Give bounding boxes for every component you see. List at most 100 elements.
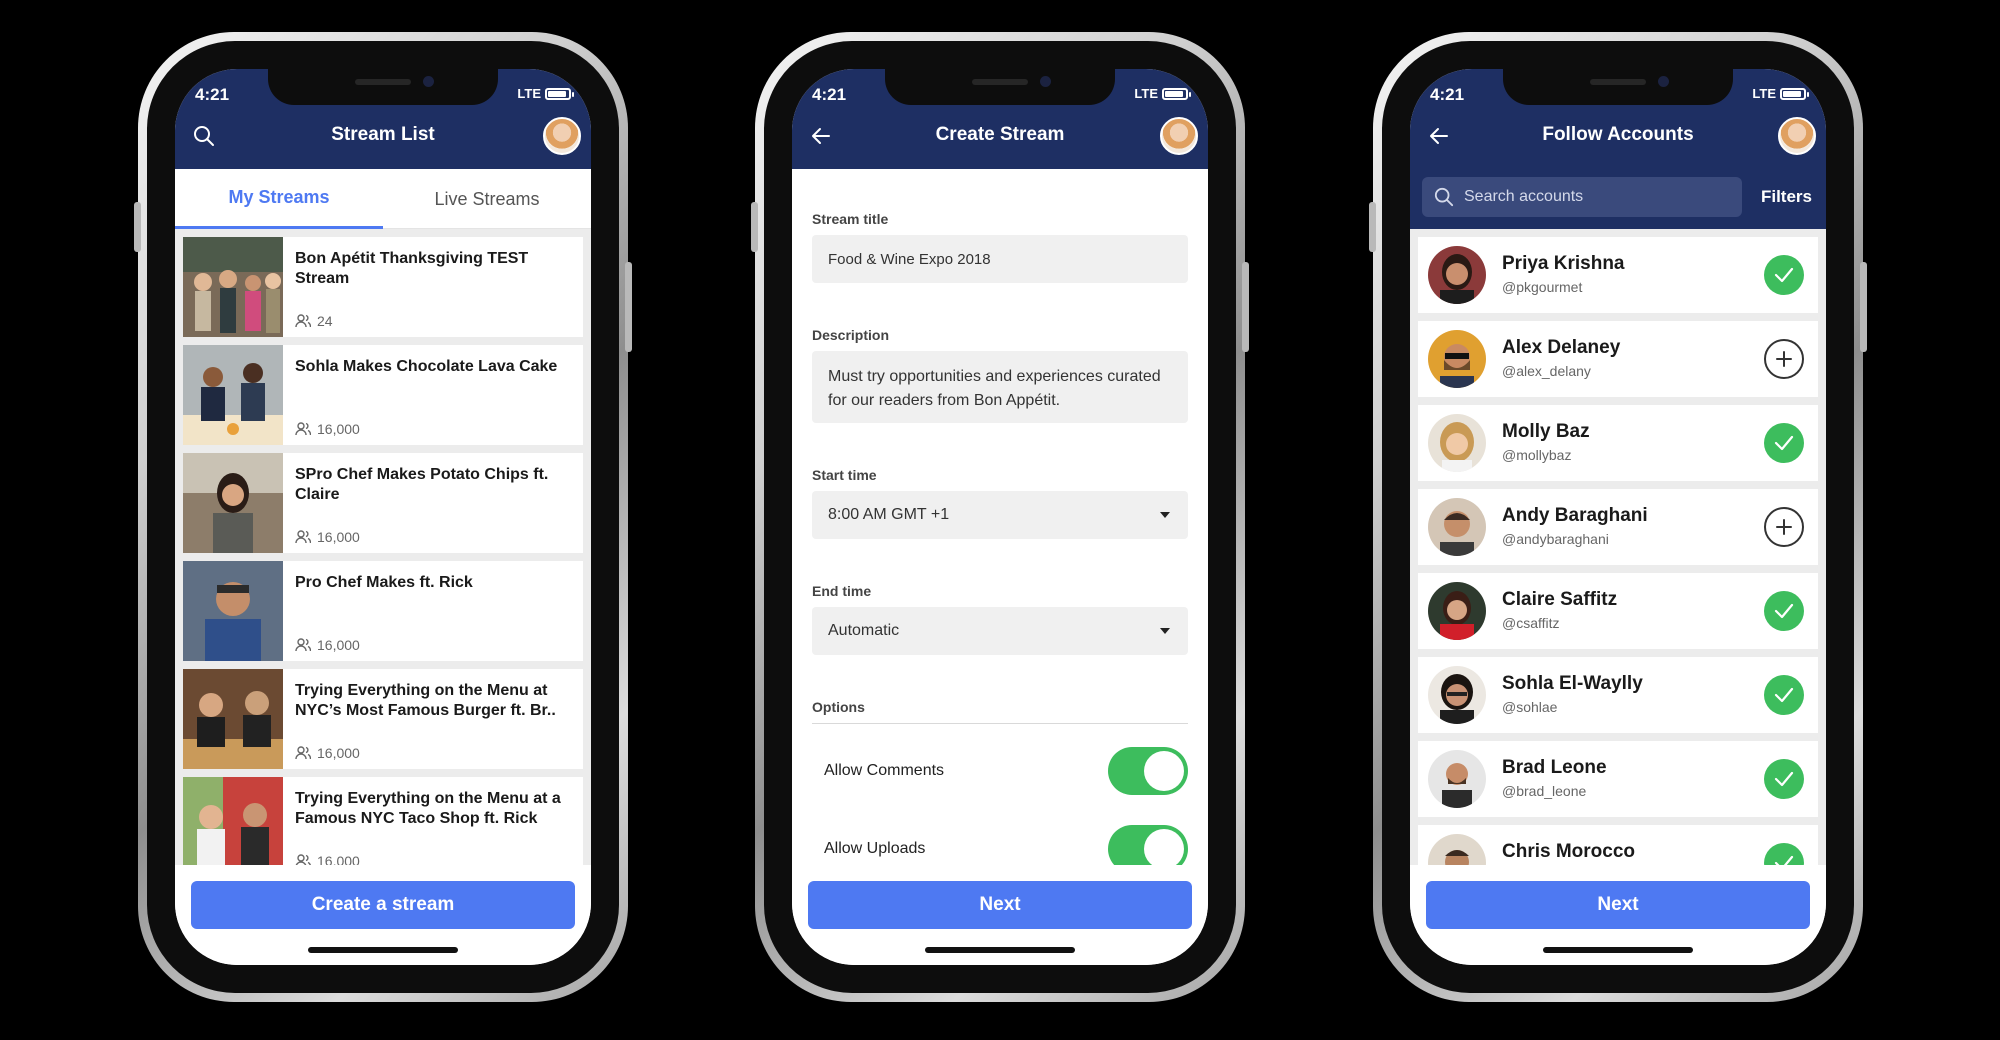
account-handle: @csaffitz — [1502, 615, 1560, 631]
end-time-label: End time — [812, 583, 872, 599]
viewers-icon — [295, 746, 311, 760]
viewer-count: 16,000 — [295, 745, 360, 761]
avatar — [1428, 414, 1486, 472]
follow-add-icon[interactable] — [1764, 507, 1804, 547]
footer: Create a stream — [175, 865, 591, 965]
allow-comments-toggle[interactable] — [1108, 747, 1188, 795]
following-check-icon[interactable] — [1764, 675, 1804, 715]
stream-info: Trying Everything on the Menu at a Famou… — [283, 777, 583, 877]
next-button[interactable]: Next — [808, 881, 1192, 929]
avatar — [1428, 246, 1486, 304]
footer: Next — [1410, 865, 1826, 965]
stream-card[interactable]: SPro Chef Makes Potato Chips ft. Claire … — [183, 453, 583, 553]
stream-card[interactable]: Trying Everything on the Menu at a Famou… — [183, 777, 583, 877]
stream-thumbnail — [183, 345, 283, 445]
search-placeholder: Search accounts — [1464, 188, 1584, 205]
create-stream-button[interactable]: Create a stream — [191, 881, 575, 929]
navbar: 4:21 LTE Follow Accounts — [1410, 69, 1826, 169]
following-check-icon[interactable] — [1764, 759, 1804, 799]
camera — [1040, 76, 1051, 87]
avatar — [1428, 750, 1486, 808]
account-row: Brad Leone @brad_leone — [1418, 741, 1818, 817]
account-row: Alex Delaney @alex_delany — [1418, 321, 1818, 397]
phone-bezel: 4:21 LTE Stream List My Streams Live Str… — [147, 41, 619, 993]
stream-card[interactable]: Sohla Makes Chocolate Lava Cake 16,000 — [183, 345, 583, 445]
avatar — [1428, 330, 1486, 388]
profile-avatar[interactable] — [1160, 117, 1198, 155]
tab-my-streams[interactable]: My Streams — [175, 169, 383, 229]
profile-avatar[interactable] — [1778, 117, 1816, 155]
stream-card[interactable]: Pro Chef Makes ft. Rick 16,000 — [183, 561, 583, 661]
profile-avatar[interactable] — [543, 117, 581, 155]
status-indicators: LTE — [1134, 86, 1191, 101]
stream-card[interactable]: Trying Everything on the Menu at NYC’s M… — [183, 669, 583, 769]
tab-live-streams[interactable]: Live Streams — [383, 169, 591, 229]
viewer-count-value: 16,000 — [317, 421, 360, 437]
status-indicators: LTE — [517, 86, 574, 101]
allow-comments-label: Allow Comments — [824, 762, 945, 779]
status-indicators: LTE — [1752, 86, 1809, 101]
stream-title-label: Stream title — [812, 211, 889, 227]
viewers-icon — [295, 530, 311, 544]
stream-card[interactable]: Bon Apétit Thanksgiving TEST Stream 24 — [183, 237, 583, 337]
description-label: Description — [812, 327, 890, 343]
filters-button[interactable]: Filters — [1761, 187, 1812, 207]
stream-title-input[interactable]: Food & Wine Expo 2018 — [812, 235, 1188, 283]
phone-follow-accounts: 4:21 LTE Follow Accounts Search accounts… — [1369, 32, 1867, 1002]
stream-title: Bon Apétit Thanksgiving TEST Stream — [295, 250, 529, 287]
next-button[interactable]: Next — [1426, 881, 1810, 929]
network-label: LTE — [517, 86, 541, 101]
account-name: Brad Leone — [1502, 757, 1607, 778]
avatar — [1428, 666, 1486, 724]
tab-bar: My Streams Live Streams — [175, 169, 591, 229]
stream-info: Trying Everything on the Menu at NYC’s M… — [283, 669, 583, 769]
screen: 4:21 LTE Follow Accounts Search accounts… — [1410, 69, 1826, 965]
stream-info: Sohla Makes Chocolate Lava Cake 16,000 — [283, 345, 583, 445]
side-button — [751, 202, 758, 252]
navbar: 4:21 LTE Stream List — [175, 69, 591, 169]
viewer-count: 16,000 — [295, 421, 360, 437]
notch — [268, 69, 498, 105]
navbar: 4:21 LTE Create Stream — [792, 69, 1208, 169]
network-label: LTE — [1134, 86, 1158, 101]
battery-icon — [545, 87, 574, 100]
viewer-count-value: 16,000 — [317, 637, 360, 653]
start-time-select[interactable]: 8:00 AM GMT +1 — [812, 491, 1188, 539]
home-indicator[interactable] — [308, 947, 458, 953]
account-name: Priya Krishna — [1502, 253, 1625, 274]
stream-thumbnail — [183, 669, 283, 769]
account-list: Priya Krishna @pkgourmet Alex Delaney @a… — [1410, 229, 1826, 879]
account-handle: @andybaraghani — [1502, 531, 1609, 547]
account-name: Sohla El-Waylly — [1502, 673, 1643, 694]
end-time-value: Automatic — [828, 622, 900, 639]
account-handle: @mollybaz — [1502, 447, 1572, 463]
end-time-select[interactable]: Automatic — [812, 607, 1188, 655]
speaker — [1590, 79, 1646, 85]
follow-add-icon[interactable] — [1764, 339, 1804, 379]
viewers-icon — [295, 314, 311, 328]
start-time-value: 8:00 AM GMT +1 — [828, 506, 950, 523]
stream-info: SPro Chef Makes Potato Chips ft. Claire … — [283, 453, 583, 553]
description-textarea[interactable]: Must try opportunities and experiences c… — [812, 351, 1188, 423]
home-indicator[interactable] — [1543, 947, 1693, 953]
stream-thumbnail — [183, 561, 283, 661]
battery-icon — [1162, 87, 1191, 100]
speaker — [972, 79, 1028, 85]
account-row: Priya Krishna @pkgourmet — [1418, 237, 1818, 313]
following-check-icon[interactable] — [1764, 255, 1804, 295]
viewers-icon — [295, 638, 311, 652]
start-time-label: Start time — [812, 467, 877, 483]
notch — [1503, 69, 1733, 105]
search-accounts-input[interactable]: Search accounts — [1422, 177, 1742, 217]
phone-stream-list: 4:21 LTE Stream List My Streams Live Str… — [134, 32, 632, 1002]
phone-create-stream: 4:21 LTE Create Stream Stream title Food… — [751, 32, 1249, 1002]
account-handle: @brad_leone — [1502, 783, 1587, 799]
viewer-count-value: 16,000 — [317, 529, 360, 545]
following-check-icon[interactable] — [1764, 423, 1804, 463]
following-check-icon[interactable] — [1764, 591, 1804, 631]
account-row: Sohla El-Waylly @sohlae — [1418, 657, 1818, 733]
stream-info: Bon Apétit Thanksgiving TEST Stream 24 — [283, 237, 583, 337]
home-indicator[interactable] — [925, 947, 1075, 953]
speaker — [355, 79, 411, 85]
page-title: Stream List — [331, 124, 435, 145]
